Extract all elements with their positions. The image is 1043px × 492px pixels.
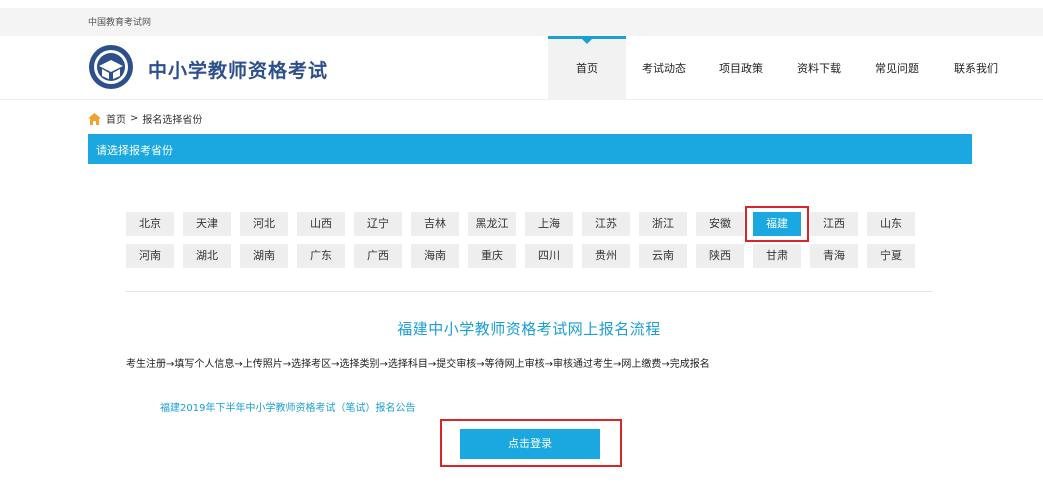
province-row: 河南 湖北 湖南 广东 广西 海南 重庆 四川 贵州 云南 陕西 甘肃 青海 宁… <box>126 244 926 268</box>
province-hainan[interactable]: 海南 <box>411 244 459 268</box>
province-guangxi[interactable]: 广西 <box>354 244 402 268</box>
nav-item-label: 联系我们 <box>954 62 998 75</box>
nav-item-home[interactable]: 首页 <box>548 36 626 100</box>
nav-item-policies[interactable]: 项目政策 <box>702 36 780 100</box>
nav-item-label: 常见问题 <box>875 62 919 75</box>
province-guizhou[interactable]: 贵州 <box>582 244 630 268</box>
active-caret-icon <box>582 39 592 44</box>
province-qinghai[interactable]: 青海 <box>810 244 858 268</box>
province-shaanxi[interactable]: 陕西 <box>696 244 744 268</box>
nav-item-downloads[interactable]: 资料下载 <box>780 36 858 100</box>
province-guangdong[interactable]: 广东 <box>297 244 345 268</box>
province-beijing[interactable]: 北京 <box>126 212 174 236</box>
nav-item-label: 资料下载 <box>797 62 841 75</box>
top-bar: 中国教育考试网 <box>0 8 1043 36</box>
province-zhejiang[interactable]: 浙江 <box>639 212 687 236</box>
registration-notice-link[interactable]: 福建2019年下半年中小学教师资格考试（笔试）报名公告 <box>160 399 415 414</box>
province-liaoning[interactable]: 辽宁 <box>354 212 402 236</box>
exam-logo-icon[interactable] <box>88 44 134 90</box>
nav-item-label: 首页 <box>576 62 598 75</box>
flow-steps: 考生注册→填写个人信息→上传照片→选择考区→选择类别→选择科目→提交审核→等待网… <box>126 359 710 370</box>
nav-item-label: 考试动态 <box>642 62 686 75</box>
province-hunan[interactable]: 湖南 <box>240 244 288 268</box>
province-jilin[interactable]: 吉林 <box>411 212 459 236</box>
home-icon <box>88 112 101 125</box>
top-bar-text: 中国教育考试网 <box>88 18 152 28</box>
selected-province-highlight <box>745 206 809 242</box>
province-shanxi[interactable]: 山西 <box>297 212 345 236</box>
province-sichuan[interactable]: 四川 <box>525 244 573 268</box>
province-hubei[interactable]: 湖北 <box>183 244 231 268</box>
nav-item-exam-news[interactable]: 考试动态 <box>626 36 702 100</box>
province-jiangxi[interactable]: 江西 <box>810 212 858 236</box>
province-shandong[interactable]: 山东 <box>867 212 915 236</box>
breadcrumb: 首页 > 报名选择省份 <box>88 111 202 126</box>
section-title: 请选择报考省份 <box>96 144 173 157</box>
province-chongqing[interactable]: 重庆 <box>468 244 516 268</box>
main-nav: 首页 考试动态 项目政策 资料下载 常见问题 联系我们 <box>548 36 1016 100</box>
breadcrumb-home-link[interactable]: 首页 <box>106 111 126 126</box>
province-tianjin[interactable]: 天津 <box>183 212 231 236</box>
province-yunnan[interactable]: 云南 <box>639 244 687 268</box>
flow-title: 福建中小学教师资格考试网上报名流程 <box>397 320 661 338</box>
province-heilongjiang[interactable]: 黑龙江 <box>468 212 516 236</box>
site-title[interactable]: 中小学教师资格考试 <box>148 56 328 83</box>
province-shanghai[interactable]: 上海 <box>525 212 573 236</box>
login-button-highlight <box>440 419 622 467</box>
nav-item-label: 项目政策 <box>719 62 763 75</box>
province-jiangsu[interactable]: 江苏 <box>582 212 630 236</box>
section-divider <box>126 291 932 292</box>
breadcrumb-separator: > <box>130 113 139 124</box>
province-hebei[interactable]: 河北 <box>240 212 288 236</box>
province-ningxia[interactable]: 宁夏 <box>867 244 915 268</box>
nav-item-contact[interactable]: 联系我们 <box>936 36 1016 100</box>
section-header-bar: 请选择报考省份 <box>88 134 972 164</box>
breadcrumb-current: 报名选择省份 <box>142 115 203 126</box>
nav-item-faq[interactable]: 常见问题 <box>858 36 936 100</box>
province-henan[interactable]: 河南 <box>126 244 174 268</box>
province-gansu[interactable]: 甘肃 <box>753 244 801 268</box>
site-header: 中小学教师资格考试 首页 考试动态 项目政策 资料下载 常见问题 联系我们 <box>0 36 1043 100</box>
province-anhui[interactable]: 安徽 <box>696 212 744 236</box>
